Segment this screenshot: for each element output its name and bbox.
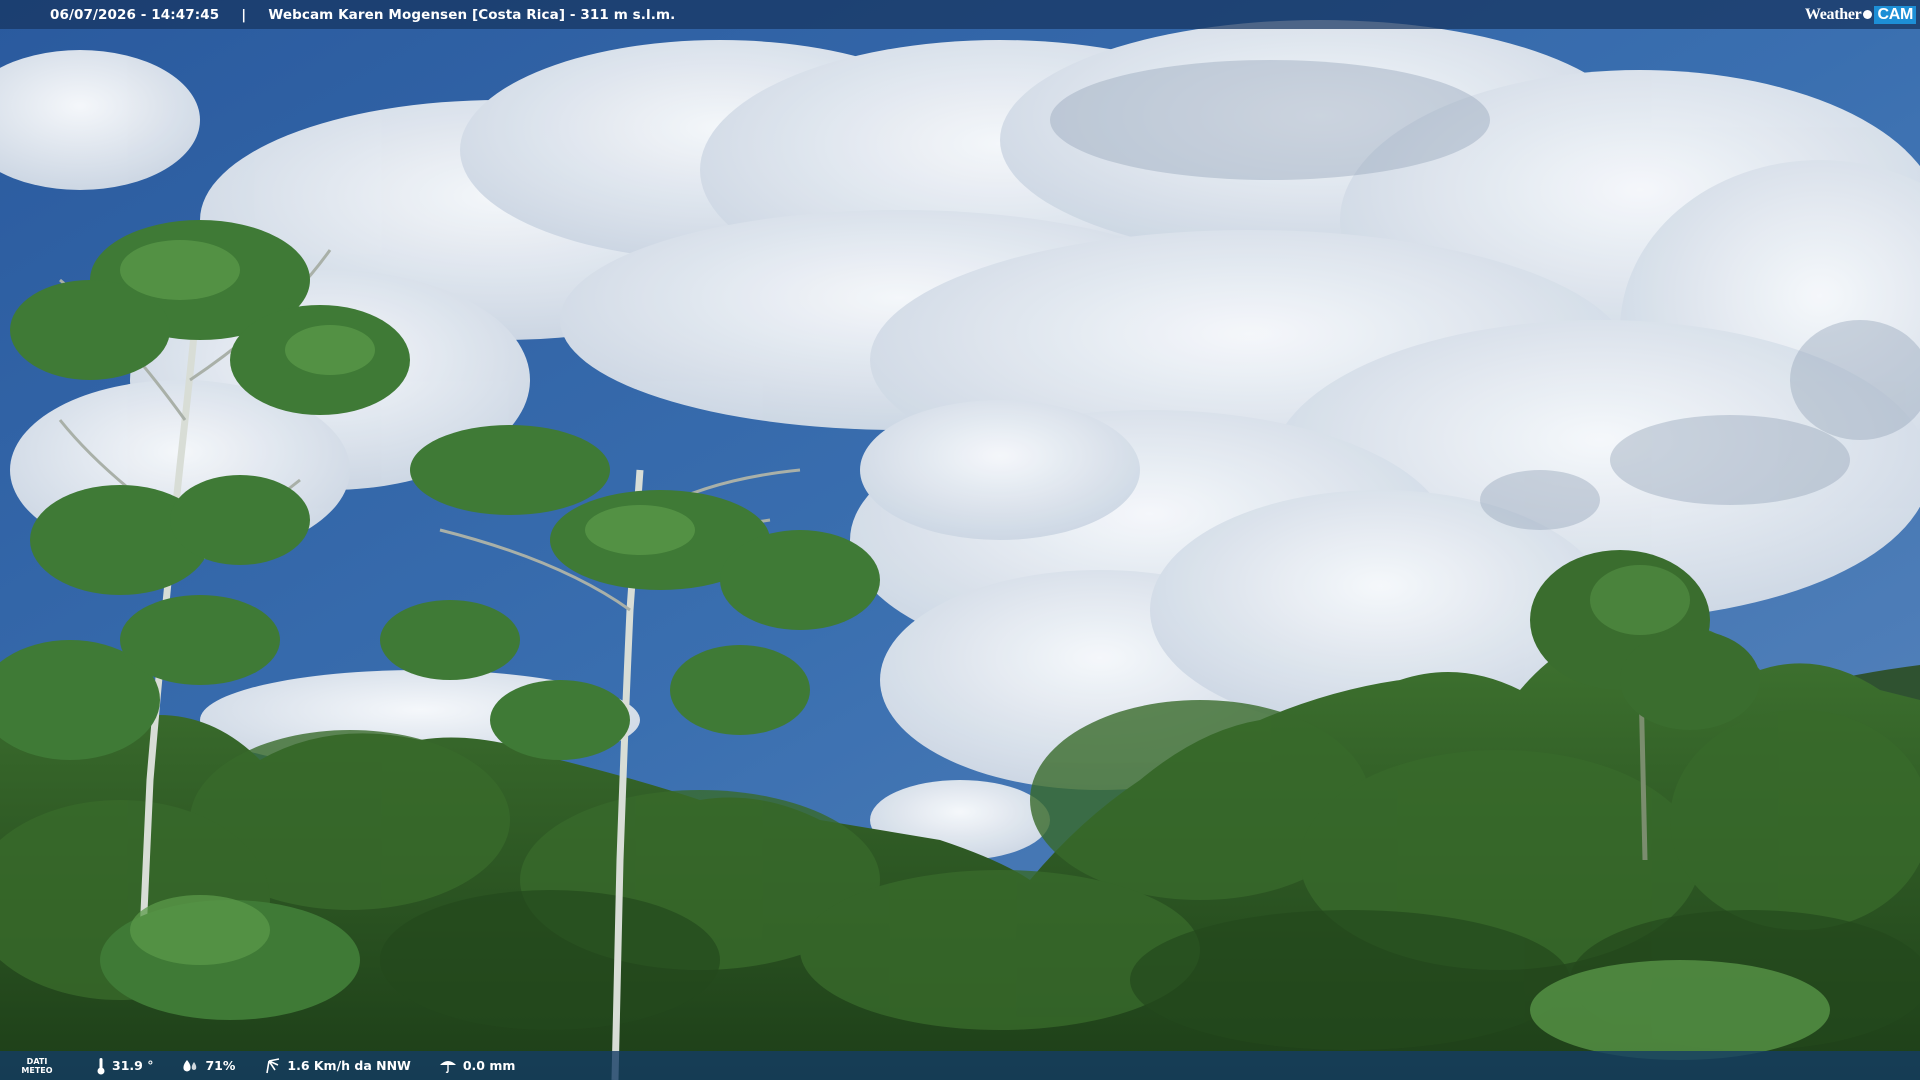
thermometer-icon — [97, 1057, 105, 1074]
humidity-reading: 71% — [181, 1058, 235, 1074]
weather-data-bar: DATI METEO 31.9 ° 71% 1.6 Km/h da NNW 0.… — [0, 1051, 1920, 1080]
temperature-reading: 31.9 ° — [96, 1057, 153, 1075]
humidity-value: 71% — [205, 1058, 236, 1073]
timestamp: 06/07/2026 - 14:47:45 — [50, 6, 220, 23]
weather-label-line1: DATI — [26, 1056, 48, 1066]
rain-reading: 0.0 mm — [439, 1058, 516, 1074]
wind-value: 1.6 Km/h da NNW — [287, 1058, 411, 1073]
weather-label-line2: METEO — [21, 1065, 53, 1075]
wind-reading: 1.6 Km/h da NNW — [263, 1057, 411, 1074]
humidity-icon — [183, 1059, 197, 1071]
webcam-image — [0, 0, 1920, 1080]
weather-data-label: DATI METEO — [20, 1057, 54, 1075]
brand-weather-text: Weather — [1804, 5, 1862, 23]
wind-icon — [266, 1057, 280, 1073]
temperature-value: 31.9 ° — [112, 1058, 154, 1073]
brand-cam-text: CAM — [1874, 5, 1916, 24]
webcam-title: Webcam Karen Mogensen [Costa Rica] - 311… — [268, 6, 676, 23]
webcam-frame: 06/07/2026 - 14:47:45 | Webcam Karen Mog… — [0, 0, 1920, 1080]
header-separator: | — [241, 6, 247, 23]
brand-dot-icon — [1863, 10, 1873, 19]
webcam-header-bar: 06/07/2026 - 14:47:45 | Webcam Karen Mog… — [0, 0, 1920, 29]
rain-value: 0.0 mm — [462, 1058, 516, 1073]
rain-icon — [439, 1060, 456, 1073]
weathercam-logo: Weather CAM — [1805, 3, 1916, 26]
